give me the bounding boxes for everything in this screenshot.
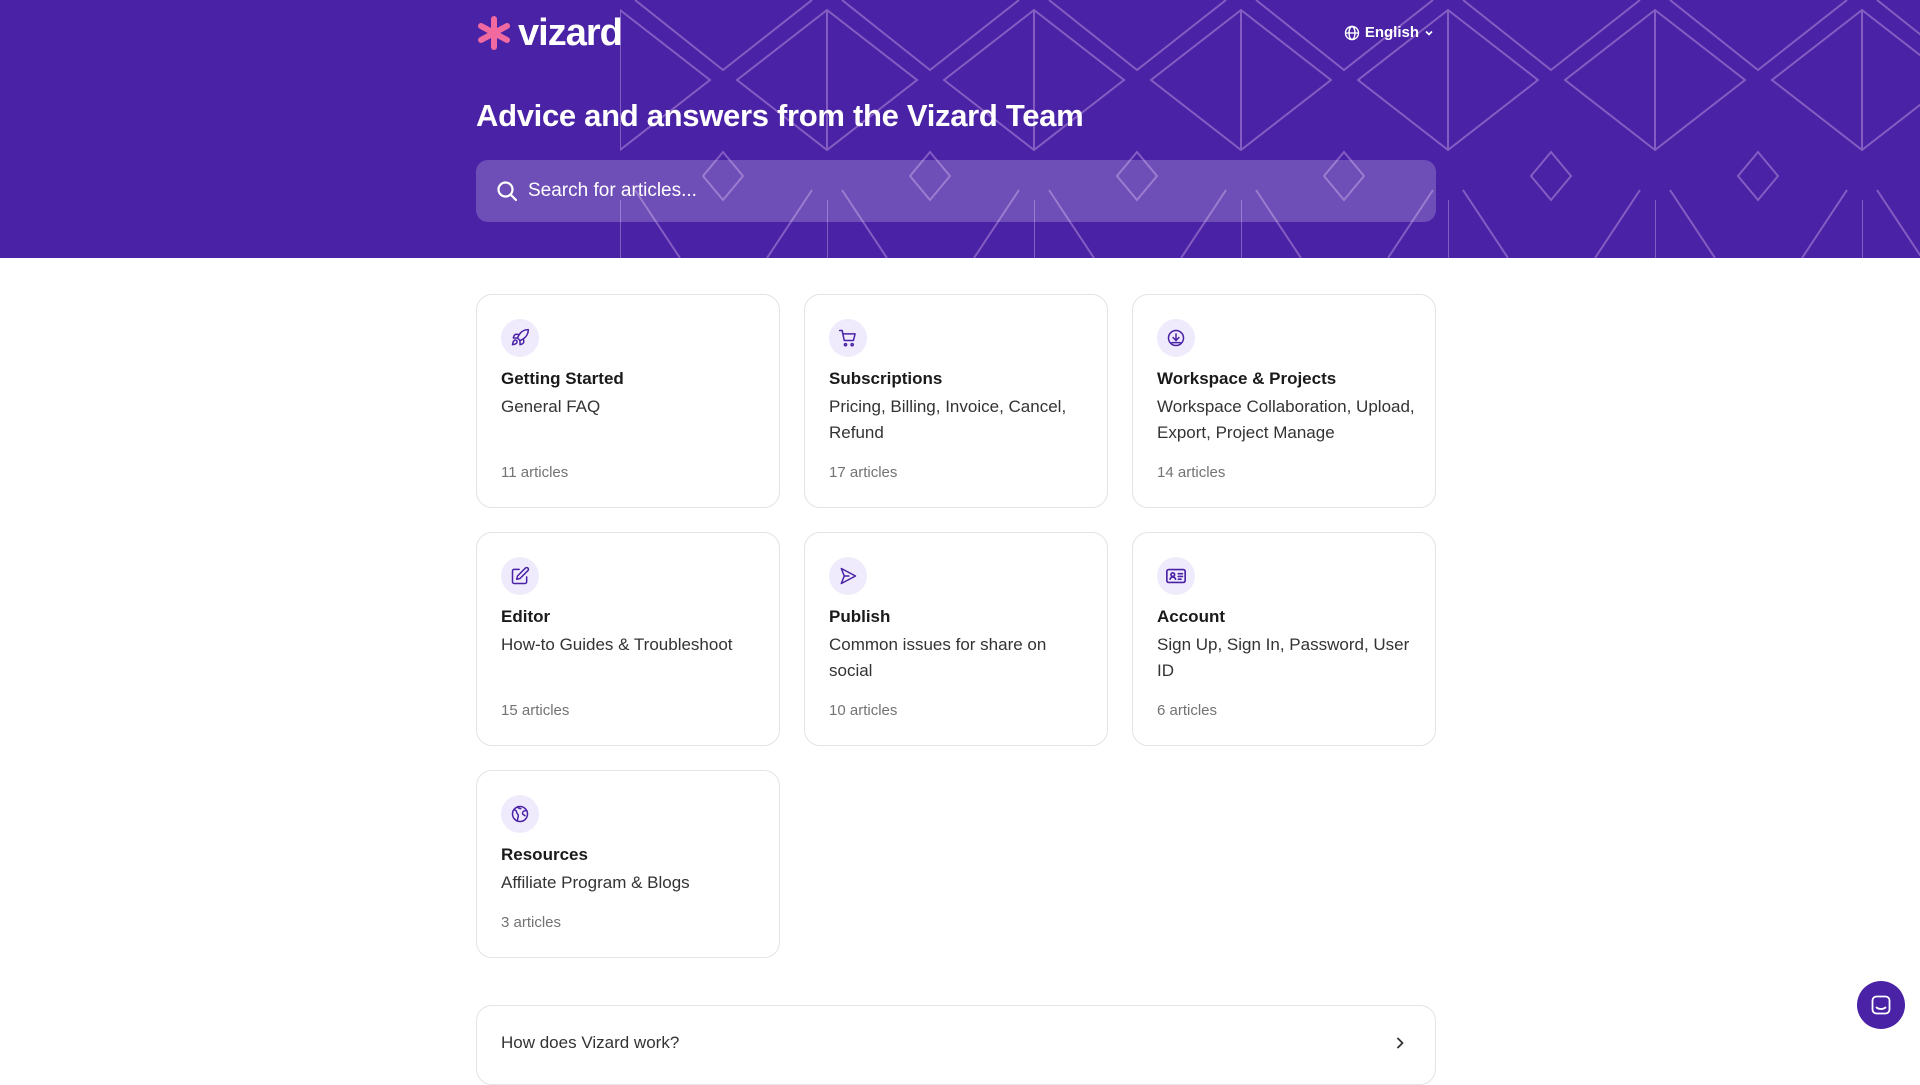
collection-title: Getting Started — [501, 369, 624, 388]
collection-article-count: 6 articles — [1157, 702, 1218, 719]
logo-text: vizard — [518, 12, 623, 54]
collection-card-workspace-projects[interactable]: Workspace & Projects Workspace Collabora… — [1132, 294, 1436, 508]
id-card-icon — [1157, 557, 1195, 595]
collection-card-subscriptions[interactable]: Subscriptions Pricing, Billing, Invoice,… — [804, 294, 1108, 508]
collection-article-count: 10 articles — [829, 702, 898, 719]
collection-title: Account — [1157, 607, 1225, 626]
collection-article-count: 15 articles — [501, 702, 570, 719]
chevron-right-icon — [1397, 1037, 1404, 1049]
edit-icon — [501, 557, 539, 595]
search-icon — [497, 181, 518, 202]
chevron-down-icon — [1425, 30, 1433, 36]
collection-card-resources[interactable]: Resources Affiliate Program & Blogs 3 ar… — [476, 770, 780, 958]
collection-title: Editor — [501, 607, 551, 626]
rocket-icon — [501, 319, 539, 357]
search-bar[interactable] — [476, 160, 1436, 222]
cloud-download-icon — [1157, 319, 1195, 357]
collection-card-editor[interactable]: Editor How-to Guides & Troubleshoot 15 a… — [476, 532, 780, 746]
globe-icon — [1344, 25, 1360, 40]
collection-card-getting-started[interactable]: Getting Started General FAQ 11 articles — [476, 294, 780, 508]
collection-description: Pricing, Billing, Invoice, Cancel, Refun… — [829, 397, 1067, 442]
collection-description: General FAQ — [501, 397, 601, 416]
collection-title: Workspace & Projects — [1157, 369, 1337, 388]
collection-description: Sign Up, Sign In, Password, User ID — [1157, 635, 1410, 680]
collection-article-count: 17 articles — [829, 464, 898, 481]
collection-card-publish[interactable]: Publish Common issues for share on socia… — [804, 532, 1108, 746]
collection-description: How-to Guides & Troubleshoot — [501, 635, 733, 654]
logo-asterisk-icon — [478, 16, 510, 50]
collection-title: Publish — [829, 607, 891, 626]
cart-icon — [829, 319, 867, 357]
language-selector[interactable]: English — [1344, 24, 1434, 41]
chat-icon — [1871, 995, 1891, 1015]
collection-article-count: 3 articles — [501, 914, 562, 931]
faq-question: How does Vizard work? — [501, 1033, 680, 1052]
hero-header: vizard English Advice and answers from t… — [0, 0, 1920, 258]
collection-card-account[interactable]: Account Sign Up, Sign In, Password, User… — [1132, 532, 1436, 746]
globe-icon — [501, 795, 539, 833]
page-title: Advice and answers from the Vizard Team — [476, 98, 1084, 133]
send-icon — [829, 557, 867, 595]
collection-description: Workspace Collaboration, Upload, Export,… — [1157, 397, 1415, 442]
collection-description: Common issues for share on social — [829, 635, 1047, 680]
chat-launcher-button[interactable] — [1857, 981, 1905, 1029]
collection-article-count: 14 articles — [1157, 464, 1226, 481]
language-label: English — [1364, 24, 1419, 41]
collection-title: Resources — [501, 845, 588, 864]
collection-title: Subscriptions — [829, 369, 943, 388]
faq-item[interactable]: How does Vizard work? — [476, 1005, 1436, 1085]
collection-article-count: 11 articles — [501, 464, 569, 481]
vizard-logo[interactable]: vizard — [476, 12, 623, 54]
collection-description: Affiliate Program & Blogs — [501, 873, 690, 892]
search-input[interactable] — [528, 180, 1408, 202]
